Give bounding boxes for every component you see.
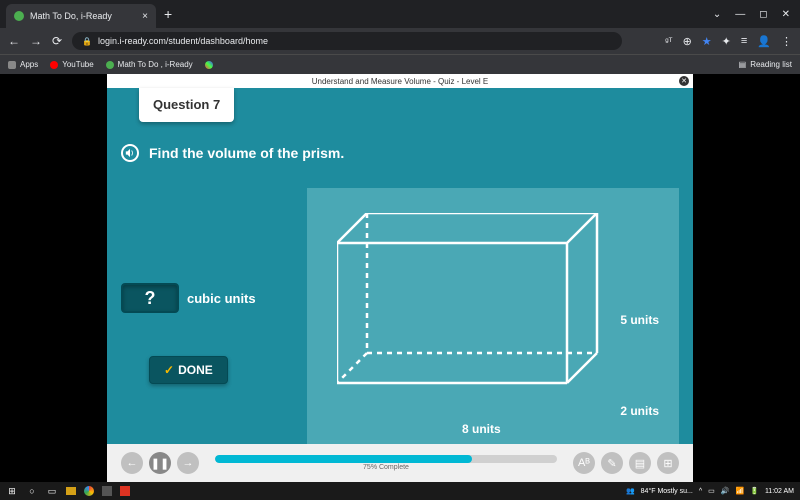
network-icon[interactable]: 📶 xyxy=(736,487,745,495)
volume-icon[interactable]: 🔊 xyxy=(721,487,730,495)
translate-icon[interactable]: ᵍᵀ xyxy=(665,36,672,46)
maximize-icon[interactable]: ◻ xyxy=(759,9,767,20)
footer-pencil-button[interactable]: ✎ xyxy=(601,452,623,474)
answer-unit-label: cubic units xyxy=(187,291,256,306)
answer-area: ? cubic units xyxy=(121,283,256,313)
prism-diagram: 5 units 2 units 8 units xyxy=(307,188,679,444)
window-controls: ⌄ — ◻ ✕ xyxy=(713,9,800,20)
quiz-title: Understand and Measure Volume - Quiz - L… xyxy=(312,77,489,86)
search-icon[interactable]: ○ xyxy=(26,485,38,497)
extra-icon xyxy=(205,61,213,69)
minimize-icon[interactable]: — xyxy=(735,9,745,20)
progress-bar xyxy=(215,455,557,463)
page-content: Understand and Measure Volume - Quiz - L… xyxy=(0,74,800,482)
extensions-icon[interactable]: ✦ xyxy=(722,35,731,48)
question-prompt: Find the volume of the prism. xyxy=(149,145,344,161)
footer-back-button[interactable]: ← xyxy=(121,452,143,474)
window-chevron-icon[interactable]: ⌄ xyxy=(713,9,721,20)
lock-icon: 🔒 xyxy=(82,37,92,46)
explorer-icon[interactable] xyxy=(66,487,76,495)
tab-favicon xyxy=(14,11,24,21)
browser-tab[interactable]: Math To Do, i-Ready × xyxy=(6,4,156,28)
bookmark-youtube[interactable]: YouTube xyxy=(50,60,93,69)
chrome-icon[interactable] xyxy=(84,486,94,496)
check-icon: ✓ xyxy=(164,363,174,377)
system-tray: 👥 84°F Mostly su... ^ ▭ 🔊 📶 🔋 11:02 AM xyxy=(626,487,794,495)
bookmark-star-icon[interactable]: ★ xyxy=(702,35,712,48)
footer-notes-button[interactable]: ▤ xyxy=(629,452,651,474)
bookmarks-bar: Apps YouTube Math To Do , i-Ready ▤ Read… xyxy=(0,54,800,74)
iready-icon xyxy=(106,61,114,69)
tray-chevron-icon[interactable]: ^ xyxy=(699,488,702,495)
reload-button[interactable]: ⟳ xyxy=(52,34,62,48)
question-number: Question 7 xyxy=(153,97,220,112)
bookmark-extra[interactable] xyxy=(205,61,213,69)
footer-calculator-button[interactable]: ⊞ xyxy=(657,452,679,474)
clock[interactable]: 11:02 AM xyxy=(765,488,794,495)
tab-title: Math To Do, i-Ready xyxy=(30,11,136,21)
bookmark-apps[interactable]: Apps xyxy=(8,60,38,69)
zoom-icon[interactable]: ⊕ xyxy=(683,35,692,48)
speaker-icon xyxy=(125,148,135,158)
window-close-icon[interactable]: ✕ xyxy=(782,9,790,20)
footer-tool1-button[interactable]: Aᴮ xyxy=(573,452,595,474)
app-icon-2[interactable] xyxy=(120,486,130,496)
new-tab-button[interactable]: + xyxy=(164,6,172,22)
dimension-depth: 2 units xyxy=(620,404,659,418)
question-number-tab: Question 7 xyxy=(139,88,234,122)
menu-icon[interactable]: ⋮ xyxy=(781,35,792,48)
youtube-icon xyxy=(50,61,58,69)
dimension-height: 5 units xyxy=(620,313,659,327)
contacts-icon[interactable]: 👥 xyxy=(626,487,635,495)
answer-input[interactable]: ? xyxy=(121,283,179,313)
tab-close-icon[interactable]: × xyxy=(142,11,148,22)
app-icon-1[interactable] xyxy=(102,486,112,496)
progress-label: 75% Complete xyxy=(215,464,557,471)
dimension-width: 8 units xyxy=(462,422,501,436)
weather-widget[interactable]: 84°F Mostly su... xyxy=(641,488,693,495)
start-button[interactable]: ⊞ xyxy=(6,485,18,497)
prompt-row: Find the volume of the prism. xyxy=(121,144,344,162)
reading-list-icon: ▤ xyxy=(739,60,747,69)
progress-fill xyxy=(215,455,472,463)
quiz-body: Question 7 Find the volume of the prism.… xyxy=(107,88,693,444)
windows-taskbar: ⊞ ○ ▭ 👥 84°F Mostly su... ^ ▭ 🔊 📶 🔋 11:0… xyxy=(0,482,800,500)
task-view-icon[interactable]: ▭ xyxy=(46,485,58,497)
quiz-header: Understand and Measure Volume - Quiz - L… xyxy=(107,74,693,88)
quiz-frame: Understand and Measure Volume - Quiz - L… xyxy=(107,74,693,482)
battery-icon[interactable]: 🔋 xyxy=(750,487,759,495)
profile-icon[interactable]: 👤 xyxy=(757,35,771,48)
input-icon[interactable]: ▭ xyxy=(708,487,715,495)
footer-forward-button[interactable]: → xyxy=(177,452,199,474)
reading-list-button[interactable]: ▤ Reading list xyxy=(739,60,792,69)
address-bar: ← → ⟳ 🔒 login.i-ready.com/student/dashbo… xyxy=(0,28,800,54)
progress-bar-container: 75% Complete xyxy=(215,455,557,471)
url-text: login.i-ready.com/student/dashboard/home xyxy=(98,36,268,46)
quiz-close-button[interactable]: ✕ xyxy=(679,76,689,86)
footer-pause-button[interactable]: ❚❚ xyxy=(149,452,171,474)
prism-svg xyxy=(337,213,617,413)
bookmark-iready[interactable]: Math To Do , i-Ready xyxy=(106,60,193,69)
url-input[interactable]: 🔒 login.i-ready.com/student/dashboard/ho… xyxy=(72,32,622,50)
quiz-footer: ← ❚❚ → 75% Complete Aᴮ ✎ ▤ ⊞ xyxy=(107,444,693,482)
extension-icon[interactable]: ≡ xyxy=(741,35,747,47)
forward-button[interactable]: → xyxy=(30,34,42,48)
audio-play-button[interactable] xyxy=(121,144,139,162)
browser-tab-strip: Math To Do, i-Ready × + ⌄ — ◻ ✕ xyxy=(0,0,800,28)
apps-icon xyxy=(8,61,16,69)
back-button[interactable]: ← xyxy=(8,34,20,48)
done-button[interactable]: ✓ DONE xyxy=(149,356,228,384)
